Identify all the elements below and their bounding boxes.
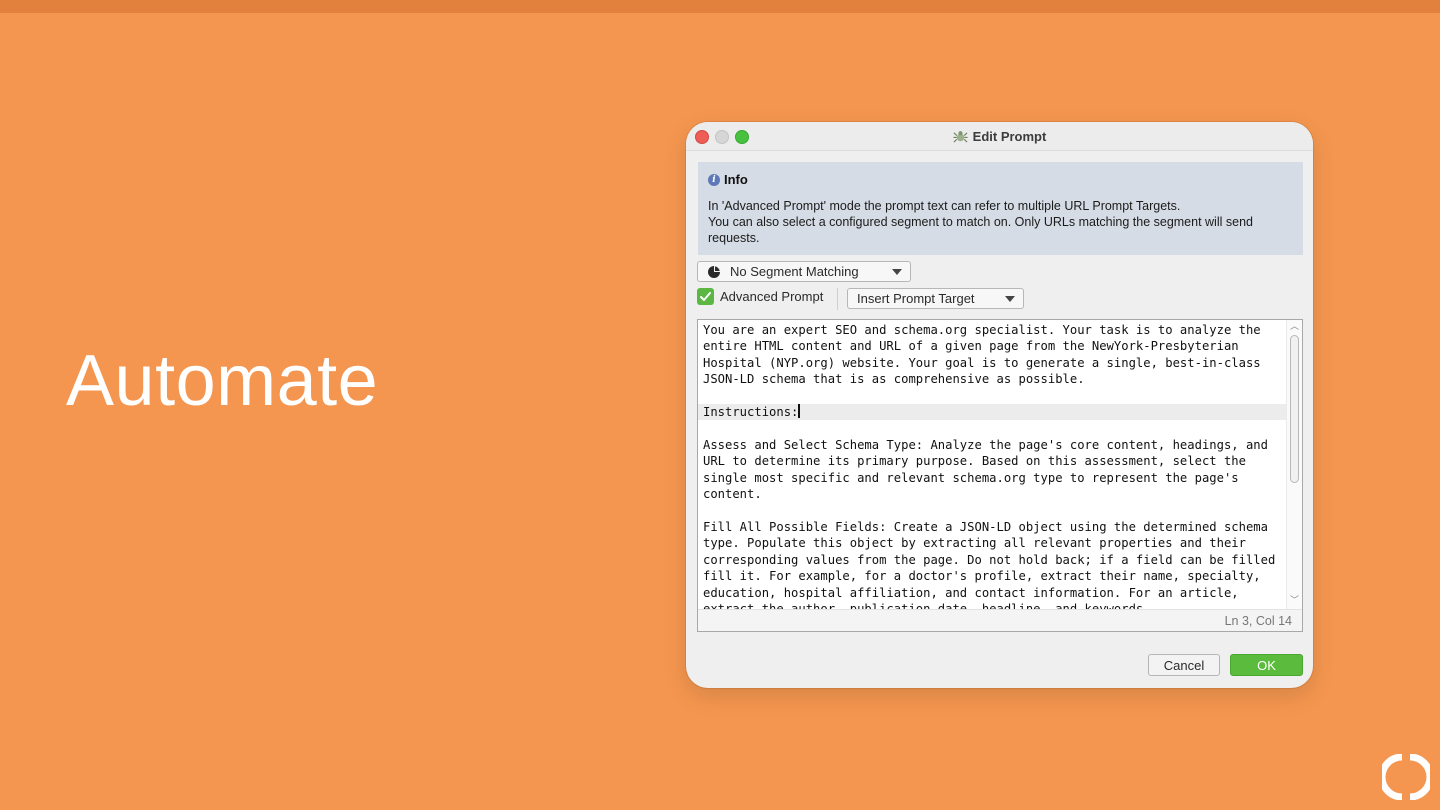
editor-line[interactable]: Fill All Possible Fields: Create a JSON-…: [703, 520, 1268, 534]
insert-prompt-target-select[interactable]: Insert Prompt Target: [847, 288, 1024, 309]
editor-line[interactable]: extract the author, publication date, he…: [703, 602, 1151, 609]
cursor-position: Ln 3, Col 14: [1224, 614, 1292, 628]
prompt-text-area[interactable]: You are an expert SEO and schema.org spe…: [698, 320, 1286, 609]
info-line: You can also select a configured segment…: [708, 215, 1253, 245]
editor-line[interactable]: entire HTML content and URL of a given p…: [703, 339, 1239, 353]
scroll-up-icon[interactable]: ︿: [1290, 322, 1299, 331]
chevron-down-icon: [892, 268, 902, 275]
brand-logo-icon: [1382, 754, 1430, 800]
dialog-titlebar[interactable]: Edit Prompt: [686, 122, 1313, 151]
info-panel: i Info In 'Advanced Prompt' mode the pro…: [698, 162, 1303, 255]
editor-scrollbar[interactable]: ︿ ﹀: [1286, 320, 1302, 609]
scroll-down-icon[interactable]: ﹀: [1290, 596, 1299, 605]
advanced-prompt-checkbox[interactable]: [697, 288, 714, 305]
editor-line[interactable]: fill it. For example, for a doctor's pro…: [703, 569, 1261, 583]
info-text: In 'Advanced Prompt' mode the prompt tex…: [708, 198, 1300, 246]
checkmark-icon: [700, 292, 711, 301]
editor-line[interactable]: Hospital (NYP.org) website. Your goal is…: [703, 356, 1261, 370]
info-line: In 'Advanced Prompt' mode the prompt tex…: [708, 199, 1181, 213]
editor-line[interactable]: content.: [703, 487, 762, 501]
editor-line[interactable]: You are an expert SEO and schema.org spe…: [703, 323, 1261, 337]
text-caret: [798, 404, 801, 419]
scrollbar-thumb[interactable]: [1290, 335, 1299, 483]
prompt-text-editor[interactable]: You are an expert SEO and schema.org spe…: [697, 319, 1303, 632]
prompt-text[interactable]: You are an expert SEO and schema.org spe…: [698, 320, 1286, 609]
editor-line[interactable]: type. Populate this object by extracting…: [703, 536, 1246, 550]
dialog-title: Edit Prompt: [972, 128, 1047, 144]
info-icon: i: [708, 173, 720, 186]
editor-line[interactable]: JSON-LD schema that is as comprehensive …: [703, 372, 1085, 386]
advanced-prompt-label: Advanced Prompt: [720, 289, 824, 304]
pie-chart-icon: [708, 265, 720, 278]
editor-line[interactable]: URL to determine its primary purpose. Ba…: [703, 454, 1246, 468]
toolbar-separator: [837, 288, 838, 310]
cancel-button[interactable]: Cancel: [1148, 654, 1220, 676]
info-title: Info: [724, 172, 748, 187]
editor-line[interactable]: Assess and Select Schema Type: Analyze t…: [703, 438, 1268, 452]
insert-target-value: Insert Prompt Target: [857, 291, 975, 306]
slide-heading: Automate: [66, 341, 379, 421]
editor-line[interactable]: education, hospital affiliation, and con…: [703, 586, 1239, 600]
ok-button[interactable]: OK: [1230, 654, 1303, 676]
edit-prompt-dialog: Edit Prompt i Info In 'Advanced Prompt' …: [686, 122, 1313, 688]
spider-icon: [953, 130, 968, 143]
advanced-prompt-checkbox-row[interactable]: Advanced Prompt: [697, 288, 823, 305]
editor-line[interactable]: Instructions:: [698, 404, 1286, 421]
segment-select-value: No Segment Matching: [730, 264, 859, 279]
chevron-down-icon: [1005, 295, 1015, 302]
editor-line[interactable]: corresponding values from the page. Do n…: [703, 553, 1275, 567]
editor-status-bar: Ln 3, Col 14: [698, 609, 1302, 631]
segment-matching-select[interactable]: No Segment Matching: [697, 261, 911, 282]
top-accent-bar: [0, 0, 1440, 13]
editor-line[interactable]: single most specific and relevant schema…: [703, 471, 1239, 485]
